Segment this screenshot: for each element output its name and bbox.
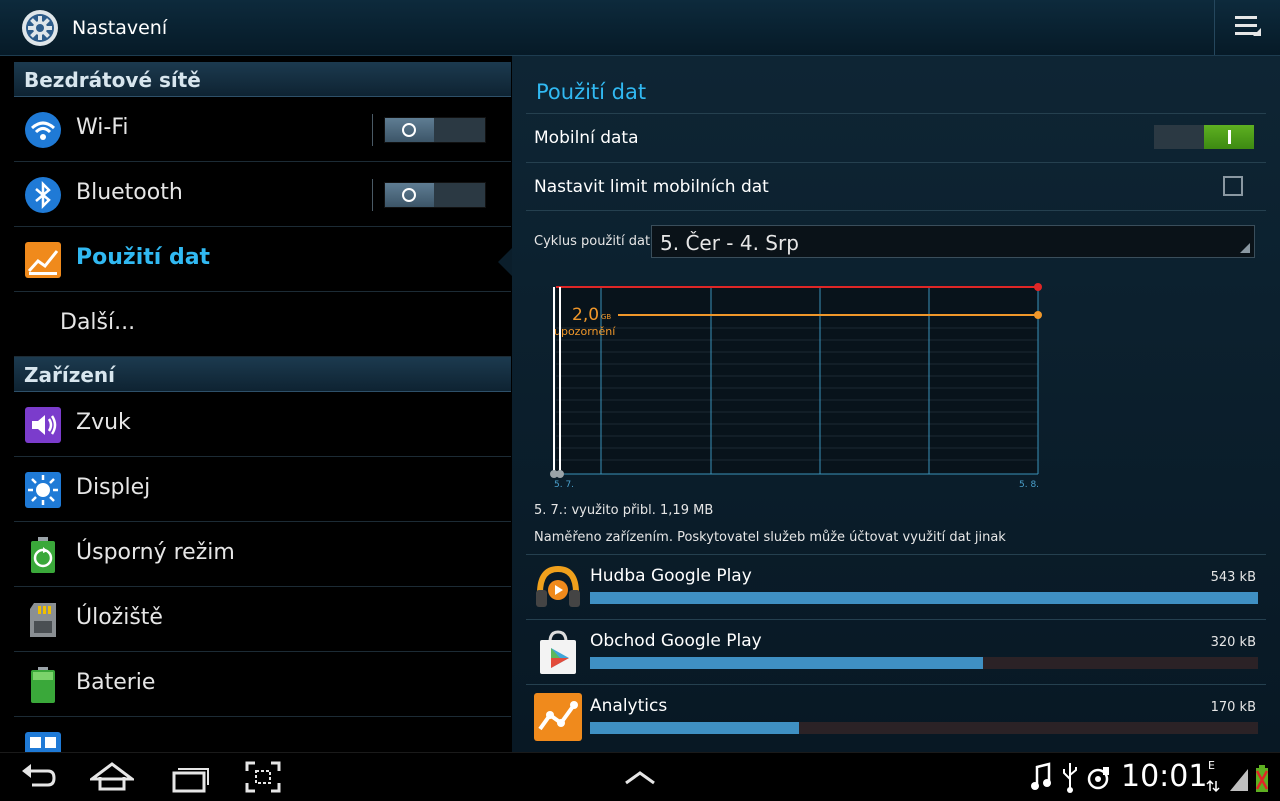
sync-icon [1087, 767, 1109, 790]
data-usage-panel: Použití dat Mobilní data Nastavit limit … [512, 56, 1280, 752]
app-usage-bar [590, 592, 1258, 604]
app-usage-row[interactable]: Hudba Google Play 543 kB [526, 554, 1266, 620]
warning-value: 2,0 [572, 305, 599, 325]
warning-handle[interactable] [1034, 311, 1042, 319]
data-activity-icon [1206, 779, 1220, 793]
settings-sidebar: Bezdrátové sítě Wi-Fi Bluetooth Použití … [14, 62, 511, 752]
divider [372, 179, 373, 211]
battery-charging-icon [1255, 765, 1269, 792]
warning-unit: GB [601, 313, 611, 321]
sidebar-item-data-usage[interactable]: Použití dat [14, 227, 511, 292]
app-name: Analytics [590, 696, 668, 716]
sidebar-item-label: Wi-Fi [76, 115, 129, 140]
sidebar-item-battery[interactable]: Baterie [14, 652, 511, 717]
app-title: Nastavení [72, 17, 168, 39]
status-clock: 10:01 [1121, 759, 1208, 794]
app-name: Obchod Google Play [590, 631, 762, 651]
bluetooth-toggle[interactable] [384, 182, 486, 208]
panel-title: Použití dat [536, 80, 647, 104]
app-data-size: 320 kB [1210, 635, 1256, 650]
data-limit-label: Nastavit limit mobilních dat [534, 177, 769, 197]
wifi-icon [25, 112, 61, 148]
sidebar-item-label: Baterie [76, 670, 156, 695]
sidebar-item-label: Další... [60, 310, 136, 335]
cycle-start-marker [553, 287, 555, 474]
section-header-device: Zařízení [14, 357, 511, 392]
sidebar-item-power-saving[interactable]: Úsporný režim [14, 522, 511, 587]
system-bar: 10:01 E [0, 752, 1280, 801]
sidebar-item-label: Úložiště [76, 605, 163, 630]
app-data-size: 170 kB [1210, 700, 1256, 715]
usage-summary: 5. 7.: využito přibl. 1,19 MB [534, 503, 714, 518]
sd-card-icon [30, 603, 56, 637]
x-axis-start-label: 5. 7. [554, 480, 574, 490]
speaker-icon [25, 407, 61, 443]
section-header-wireless: Bezdrátové sítě [14, 62, 511, 97]
divider [372, 114, 373, 146]
overflow-menu-icon [1235, 16, 1261, 36]
brightness-icon [25, 472, 61, 508]
sidebar-item-partial[interactable] [14, 717, 511, 752]
sidebar-item-display[interactable]: Displej [14, 457, 511, 522]
app-name: Hudba Google Play [590, 566, 752, 586]
cycle-end-marker [559, 287, 561, 474]
action-bar: Nastavení [0, 0, 1280, 56]
sidebar-item-storage[interactable]: Úložiště [14, 587, 511, 652]
back-icon[interactable] [18, 759, 58, 795]
warning-label: upozornění [554, 325, 616, 338]
power-saving-icon [31, 537, 55, 573]
home-icon[interactable] [90, 759, 134, 795]
app-usage-bar [590, 722, 1258, 734]
screenshot-icon[interactable] [244, 759, 282, 795]
mobile-data-label: Mobilní data [534, 128, 639, 148]
sweep-handle-end[interactable] [556, 470, 564, 478]
battery-icon [31, 667, 55, 703]
app-usage-bar-fill [590, 592, 1258, 604]
sidebar-item-label: Displej [76, 475, 151, 500]
divider [526, 210, 1266, 211]
app-usage-row[interactable]: Obchod Google Play 320 kB [526, 619, 1266, 685]
divider [526, 113, 1266, 114]
data-limit-checkbox[interactable] [1223, 176, 1243, 196]
app-usage-bar [590, 657, 1258, 669]
app-usage-row[interactable]: Analytics 170 kB [526, 684, 1266, 750]
dropdown-corner-icon [1240, 243, 1250, 253]
wifi-toggle[interactable] [384, 117, 486, 143]
sidebar-item-label: Úsporný režim [76, 540, 235, 565]
sidebar-item-label: Bluetooth [76, 180, 183, 205]
sidebar-item-sound[interactable]: Zvuk [14, 392, 511, 457]
signal-icon [1230, 769, 1248, 791]
sidebar-item-wifi[interactable]: Wi-Fi [14, 97, 511, 162]
sidebar-item-label: Použití dat [76, 245, 211, 270]
data-usage-icon [25, 242, 61, 278]
cycle-value: 5. Čer - 4. Srp [660, 231, 799, 255]
app-usage-bar-fill [590, 657, 984, 669]
analytics-icon [534, 693, 582, 741]
overflow-menu-button[interactable] [1214, 0, 1280, 55]
x-axis-end-label: 5. 8. [1019, 480, 1039, 490]
play-store-icon [540, 630, 576, 674]
app-data-size: 543 kB [1210, 570, 1256, 585]
headphones-icon [536, 565, 580, 607]
sidebar-item-label: Zvuk [76, 410, 131, 435]
sidebar-item-more[interactable]: Další... [14, 292, 511, 357]
music-icon [1031, 762, 1051, 790]
sidebar-item-bluetooth[interactable]: Bluetooth [14, 162, 511, 227]
selection-pointer [498, 248, 512, 276]
cycle-label: Cyklus použití dat [534, 234, 651, 249]
usb-icon [1063, 763, 1077, 793]
app-usage-bar-fill [590, 722, 800, 734]
apps-icon [25, 732, 61, 752]
up-arrow-icon[interactable] [622, 759, 658, 795]
gear-icon[interactable] [20, 8, 60, 48]
divider [526, 162, 1266, 163]
bluetooth-icon [25, 177, 61, 213]
usage-chart[interactable]: 2,0 GB upozornění 5. 7. 5. 8. [542, 278, 1042, 493]
cycle-dropdown[interactable]: 5. Čer - 4. Srp [651, 225, 1255, 258]
mobile-data-toggle[interactable] [1154, 125, 1254, 149]
limit-handle[interactable] [1034, 283, 1042, 291]
measurement-note: Naměřeno zařízením. Poskytovatel služeb … [534, 530, 1006, 545]
recent-apps-icon[interactable] [170, 759, 210, 795]
